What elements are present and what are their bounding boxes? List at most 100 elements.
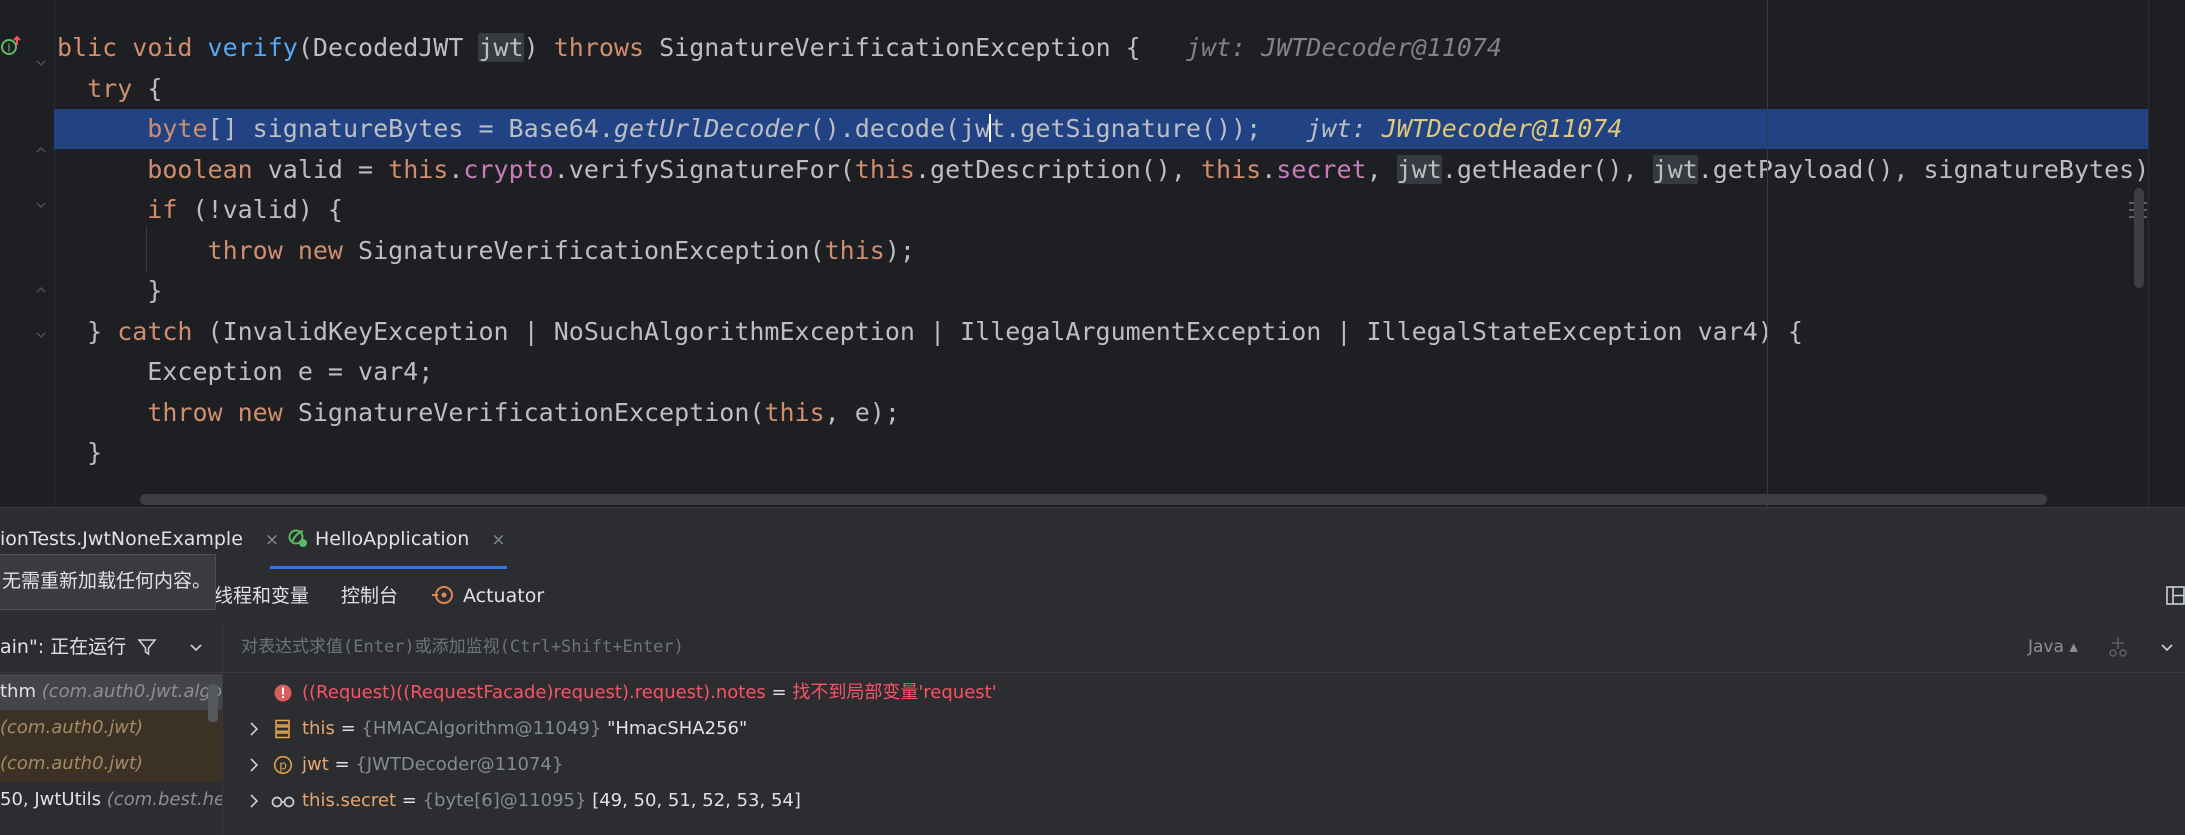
filter-icon[interactable] (137, 637, 157, 657)
code-token: .verifySignatureFor( (553, 155, 855, 184)
run-tab-jwt-none-example[interactable]: ionTests.JwtNoneExample × (0, 522, 279, 556)
editor-vertical-scrollbar[interactable] (2134, 188, 2144, 288)
code-line-text: Exception e = var4; (57, 352, 433, 392)
svg-text:I: I (7, 42, 10, 55)
code-token: (!valid) { (192, 195, 343, 224)
expand-arrow-icon[interactable] (247, 711, 261, 747)
variable-equals: = (328, 754, 356, 775)
variable-type: {HMACAlgorithm@11049} (361, 718, 608, 739)
code-token: this (854, 155, 915, 184)
code-token: throw new (57, 398, 298, 427)
variable-equals: = (765, 682, 793, 703)
add-watch-icon[interactable] (2107, 636, 2129, 658)
code-token: , (1366, 155, 1397, 184)
execution-point-line[interactable]: byte[] signatureBytes = Base64.getUrlDec… (54, 109, 2185, 149)
inline-debug-value: jwt: JWTDecoder@11074 (1140, 33, 1502, 62)
tab-threads-and-variables[interactable]: 线程和变量 (214, 570, 309, 622)
close-icon[interactable]: × (491, 530, 505, 550)
run-tabs-bar: ionTests.JwtNoneExample × HelloApplicatio… (0, 508, 2185, 570)
code-token: secret (1276, 155, 1367, 184)
debug-tool-window: ionTests.JwtNoneExample × HelloApplicatio… (0, 507, 2185, 835)
fold-marker-icon[interactable] (36, 145, 46, 155)
debugger-subtabs: 线程和变量 控制台 Actuator (0, 570, 2185, 623)
code-token: . (1261, 155, 1277, 184)
variable-name: jwt (302, 754, 329, 775)
code-line-text: throw new SignatureVerificationException… (57, 393, 900, 433)
thread-status: ain": 正在运行 (0, 636, 127, 658)
code-token: [] signatureBytes = Base64. (207, 114, 614, 143)
editor-horizontal-scrollbar[interactable] (140, 494, 2047, 505)
code-line-text: if (!valid) { (57, 190, 343, 230)
code-token: (DecodedJWT (297, 33, 479, 62)
stack-frame[interactable]: (com.auth0.jwt) (0, 746, 222, 782)
variable-row[interactable]: this.secret = {byte[6]@11095} [49, 50, 5… (223, 783, 2185, 819)
variable-value: "HmacSHA256" (607, 718, 748, 739)
code-editor[interactable]: I blic void verify(DecodedJWT jwt) throw… (0, 0, 2185, 507)
code-line-text: blic void verify(DecodedJWT jwt) throws … (57, 28, 1502, 68)
run-tab-label: HelloApplication (315, 528, 470, 550)
reload-tooltip: 无需重新加载任何内容。 (0, 554, 216, 610)
fold-marker-icon[interactable] (36, 200, 46, 210)
code-token: jwt (478, 33, 524, 62)
frame-package: (com.best.hello) (106, 789, 222, 810)
run-tab-hello-application[interactable]: HelloApplication × (287, 522, 506, 556)
thread-selector[interactable]: ain": 正在运行 (0, 622, 222, 673)
frame-package: (com.auth0.jwt.algorithms) (41, 681, 222, 702)
parameter-icon: p (273, 755, 293, 775)
code-token: { (147, 74, 163, 103)
variable-row[interactable]: ((Request)((RequestFacade)request).reque… (223, 675, 2185, 711)
code-line-text: } catch (InvalidKeyException | NoSuchAlg… (57, 312, 1803, 352)
code-token: ); (884, 236, 915, 265)
code-token: . (448, 155, 464, 184)
variable-value: 找不到局部变量'request' (792, 682, 997, 703)
tab-actuator[interactable]: Actuator (432, 570, 544, 622)
fold-marker-icon[interactable] (36, 58, 46, 68)
field-list-icon (275, 719, 290, 739)
code-token: } (57, 317, 118, 346)
variable-name: ((Request)((RequestFacade)request).reque… (302, 682, 766, 703)
evaluate-expression-input[interactable] (241, 632, 2001, 662)
code-token: this (388, 155, 449, 184)
editor-gutter[interactable]: I (0, 0, 55, 507)
implements-method-icon[interactable]: I (0, 34, 24, 58)
code-token: jwt (1396, 155, 1442, 184)
right-margin-guide (1767, 0, 1768, 507)
chevron-down-icon[interactable] (2160, 640, 2174, 654)
code-token: jwt (1652, 155, 1698, 184)
stack-frame[interactable]: (com.auth0.jwt) (0, 710, 222, 746)
variable-name: this.secret (302, 790, 397, 811)
code-line-text: } (57, 433, 102, 473)
code-token: (InvalidKeyException | NoSuchAlgorithmEx… (207, 317, 1803, 346)
language-selector[interactable]: Java ▴ (2028, 622, 2078, 672)
inline-debug-value: JWTDecoder@11074 (1381, 114, 1623, 143)
stack-frame[interactable]: thm (com.auth0.jwt.algorithms) (0, 674, 222, 710)
expand-arrow-icon[interactable] (247, 747, 261, 783)
frame-method: 50, JwtUtils (0, 789, 107, 810)
fold-marker-icon[interactable] (36, 285, 46, 295)
code-token: valid = (267, 155, 389, 184)
evaluate-bar: Java ▴ (223, 622, 2185, 673)
inline-debug-value: jwt: (1261, 114, 1382, 143)
variable-type: {byte[6]@11095} (422, 790, 593, 811)
expand-arrow-icon[interactable] (247, 783, 261, 819)
code-token: verify (207, 33, 298, 62)
code-line-text: try { (57, 69, 162, 109)
code-token: } (57, 438, 103, 467)
tab-console[interactable]: 控制台 (341, 570, 398, 622)
frame-method: thm (0, 681, 42, 702)
code-token: ) (523, 33, 554, 62)
stack-frame[interactable]: 50, JwtUtils (com.best.hello) (0, 782, 222, 818)
layout-settings-icon[interactable] (2166, 586, 2185, 605)
chevron-down-icon[interactable] (189, 640, 203, 654)
close-icon[interactable]: × (265, 530, 279, 550)
variable-row[interactable]: p jwt = {JWTDecoder@11074} (223, 747, 2185, 783)
variable-row[interactable]: this = {HMACAlgorithm@11049} "HmacSHA256… (223, 711, 2185, 747)
fold-marker-icon[interactable] (36, 330, 46, 340)
code-token: SignatureVerificationException( (358, 236, 825, 265)
frames-scrollbar[interactable] (208, 684, 218, 722)
code-token: this (764, 398, 825, 427)
code-token: SignatureVerificationException( (297, 398, 765, 427)
actuator-icon (432, 586, 453, 604)
code-token: this (824, 236, 885, 265)
code-token: Exception e = var4; (57, 357, 434, 386)
